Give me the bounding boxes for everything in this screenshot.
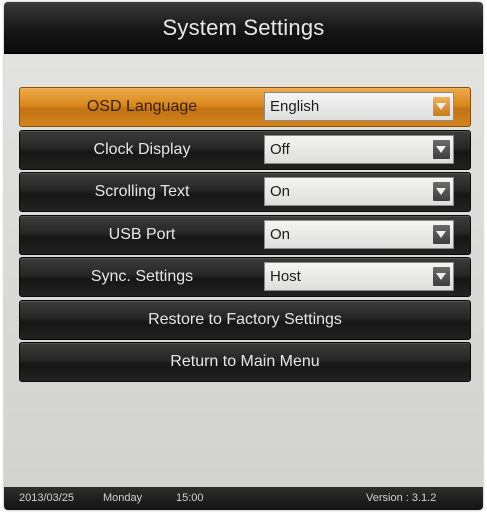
system-settings-screen: System Settings OSD Language English Clo… (4, 2, 483, 510)
setting-row-usb-port[interactable]: USB Port On (19, 214, 471, 255)
return-to-main-menu-button[interactable]: Return to Main Menu (19, 342, 471, 382)
restore-factory-settings-button[interactable]: Restore to Factory Settings (19, 299, 471, 340)
status-day: Monday (103, 492, 143, 504)
chevron-down-icon[interactable] (433, 139, 450, 159)
status-bar: 2013/03/25 Monday 15:00 Version : 3.1.2 (4, 487, 483, 510)
setting-row-osd-language[interactable]: OSD Language English (19, 87, 471, 127)
setting-label: Clock Display (93, 140, 191, 158)
clock-display-dropdown[interactable]: Off (264, 134, 454, 164)
chevron-down-icon[interactable] (433, 97, 450, 116)
usb-port-dropdown[interactable]: On (264, 219, 454, 249)
settings-panel: OSD Language English Clock Display Off S… (4, 54, 483, 487)
chevron-down-icon[interactable] (433, 182, 450, 201)
status-version: Version : 3.1.2 (366, 492, 437, 504)
dropdown-value: On (270, 225, 291, 243)
setting-label: Sync. Settings (90, 268, 194, 285)
dropdown-value: Off (270, 140, 290, 158)
settings-menu: OSD Language English Clock Display Off S… (19, 87, 471, 385)
osd-language-dropdown[interactable]: English (264, 92, 454, 121)
setting-row-clock-display[interactable]: Clock Display Off (19, 129, 471, 170)
setting-label: Scrolling Text (94, 183, 190, 200)
setting-label: OSD Language (86, 98, 198, 115)
dropdown-value: Host (270, 268, 301, 285)
title-bar: System Settings (4, 2, 483, 54)
restore-button-label: Restore to Factory Settings (148, 310, 342, 328)
setting-row-scrolling-text[interactable]: Scrolling Text On (19, 172, 471, 212)
return-button-label: Return to Main Menu (170, 353, 320, 370)
status-date: 2013/03/25 (19, 492, 75, 504)
scrolling-text-dropdown[interactable]: On (264, 177, 454, 206)
dropdown-value: On (270, 183, 291, 200)
status-time: 15:00 (176, 492, 204, 504)
page-title: System Settings (162, 15, 325, 40)
setting-row-sync-settings[interactable]: Sync. Settings Host (19, 257, 471, 297)
dropdown-value: English (270, 98, 320, 115)
sync-settings-dropdown[interactable]: Host (264, 262, 454, 291)
chevron-down-icon[interactable] (433, 224, 450, 244)
chevron-down-icon[interactable] (433, 267, 450, 286)
setting-label: USB Port (108, 225, 176, 243)
